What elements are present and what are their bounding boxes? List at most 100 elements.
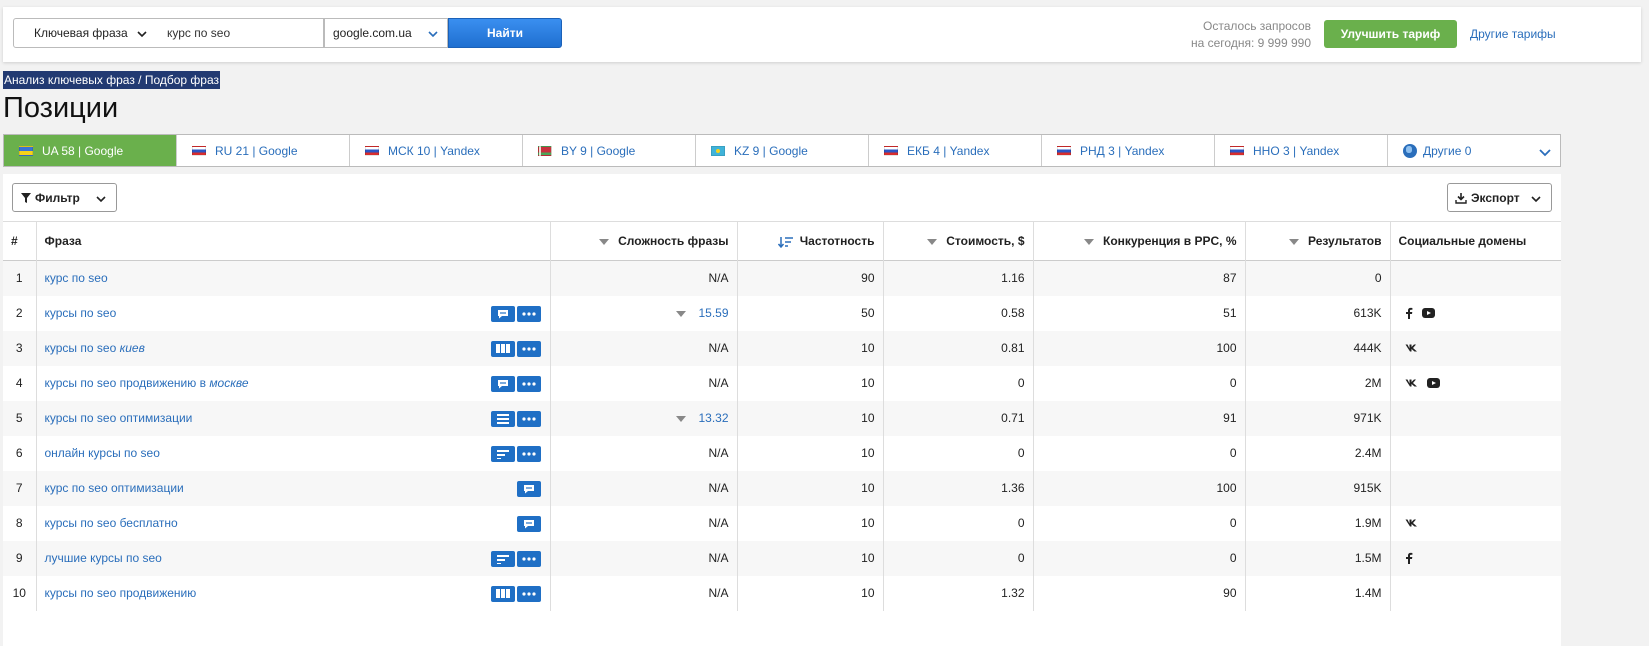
results-cell: 2M [1245,365,1391,401]
other-tariffs-link[interactable]: Другие тарифы [1470,27,1556,41]
serp-features [490,550,541,567]
difficulty-value[interactable]: 15.59 [698,306,728,320]
results-cell: 1.4M [1245,575,1391,611]
expand-triangle-icon[interactable] [676,310,687,317]
serp-chat-icon[interactable] [490,305,515,322]
tab-ru-google[interactable]: RU 21 | Google [177,135,350,166]
phrase-link[interactable]: курсы по seo продвижению [45,586,197,600]
tab-msk-yandex[interactable]: МСК 10 | Yandex [350,135,523,166]
column-header-label: Результатов [1308,234,1382,248]
tab-ua-google[interactable]: UA 58 | Google [4,135,177,166]
column-header-difficulty[interactable]: Сложность фразы [550,221,738,261]
tab-rnd-yandex[interactable]: РНД 3 | Yandex [1042,135,1215,166]
serp-lines-icon[interactable] [490,550,515,567]
serp-columns-icon[interactable] [490,585,515,602]
difficulty-value[interactable]: 13.32 [698,411,728,425]
competition-cell: 91 [1033,400,1246,436]
phrase-link[interactable]: курсы по seo продвижению в москве [45,376,249,390]
column-header-results[interactable]: Результатов [1245,221,1391,261]
serp-columns-icon[interactable] [490,340,515,357]
chevron-down-icon [1531,196,1541,203]
ukraine-flag-icon [19,145,33,156]
filter-button[interactable]: Фильтр [12,183,117,212]
phrase-cell: лучшие курсы по seo [36,540,551,576]
more-options-icon[interactable] [516,375,541,392]
chevron-down-icon [96,196,106,203]
more-options-icon[interactable] [516,305,541,322]
serp-features [490,445,541,462]
serp-chat-icon[interactable] [516,515,541,532]
tab-label: ЕКБ 4 | Yandex [907,143,990,158]
phrase-link[interactable]: лучшие курсы по seo [45,551,162,565]
phrase-cell: курсы по seo [36,295,551,331]
vk-icon[interactable] [1405,379,1418,387]
frequency-cell: 10 [737,505,884,541]
column-header-frequency[interactable]: Частотность [737,221,884,261]
serp-chat-icon[interactable] [490,375,515,392]
competition-cell: 87 [1033,260,1246,296]
phrase-link[interactable]: курс по seo оптимизации [45,481,184,495]
tab-nno-yandex[interactable]: ННО 3 | Yandex [1215,135,1388,166]
column-header-phrase[interactable]: Фраза [36,221,551,261]
frequency-cell: 10 [737,365,884,401]
breadcrumb[interactable]: Анализ ключевых фраз / Подбор фраз [3,71,220,89]
chevron-down-icon [137,31,147,38]
tab-other-regions[interactable]: Другие 0 [1388,135,1560,166]
phrase-text: курс по seo [44,271,108,286]
difficulty-cell[interactable]: 15.59 [550,295,738,331]
phrase-link[interactable]: курс по seo [45,271,108,285]
column-header-competition[interactable]: Конкуренция в PPC, % [1033,221,1246,261]
serp-features [490,585,541,602]
tab-label: BY 9 | Google [561,143,636,158]
social-icons [1399,378,1554,388]
youtube-icon[interactable] [1426,378,1440,388]
vk-icon[interactable] [1405,519,1418,527]
find-button[interactable]: Найти [448,18,562,48]
phrase-link[interactable]: онлайн курсы по seo [45,446,160,460]
export-label: Экспорт [1471,190,1520,205]
chevron-down-icon [428,31,438,38]
sort-icon [1084,238,1094,245]
search-input[interactable] [156,18,324,48]
phrase-link[interactable]: курсы по seo оптимизации [45,411,193,425]
social-domains-cell [1390,296,1561,331]
more-options-icon[interactable] [516,340,541,357]
facebook-icon[interactable] [1405,552,1413,564]
serp-list-icon[interactable] [490,410,515,427]
upgrade-plan-button[interactable]: Улучшить тариф [1324,20,1457,48]
cost-cell: 0.71 [883,400,1034,436]
more-options-icon[interactable] [516,410,541,427]
competition-cell: 100 [1033,330,1246,366]
results-cell: 444K [1245,330,1391,366]
youtube-icon[interactable] [1421,308,1435,318]
tab-kz-google[interactable]: KZ 9 | Google [696,135,869,166]
tab-ekb-yandex[interactable]: ЕКБ 4 | Yandex [869,135,1042,166]
phrase-link[interactable]: курсы по seo бесплатно [45,516,178,530]
row-number: 6 [3,435,37,471]
difficulty-cell[interactable]: 13.32 [550,400,738,436]
tab-by-google[interactable]: BY 9 | Google [523,135,696,166]
phrase-text: лучшие курсы по seo [44,551,162,565]
results-cell: 2.4M [1245,435,1391,471]
more-options-icon[interactable] [516,445,541,462]
column-header-cost[interactable]: Стоимость, $ [883,221,1034,261]
search-type-select[interactable]: Ключевая фраза [13,18,157,48]
phrase-link[interactable]: курсы по seo [45,306,117,320]
search-domain-select[interactable]: google.com.ua [324,18,448,48]
results-cell: 0 [1245,260,1391,296]
more-options-icon[interactable] [516,550,541,567]
expand-triangle-icon[interactable] [676,415,687,422]
phrase-text: курсы по seo [44,306,117,320]
cost-cell: 0 [883,540,1034,576]
more-options-icon[interactable] [516,585,541,602]
vk-icon[interactable] [1405,344,1418,352]
competition-cell: 100 [1033,470,1246,506]
phrase-cell: онлайн курсы по seo [36,435,551,471]
export-button[interactable]: Экспорт [1447,183,1552,212]
serp-chat-icon[interactable] [516,480,541,497]
serp-lines-icon[interactable] [490,445,515,462]
facebook-icon[interactable] [1405,307,1413,319]
russia-flag-icon [1057,145,1071,156]
phrase-link[interactable]: курсы по seo киев [45,341,145,355]
difficulty-cell: N/A [550,540,738,576]
